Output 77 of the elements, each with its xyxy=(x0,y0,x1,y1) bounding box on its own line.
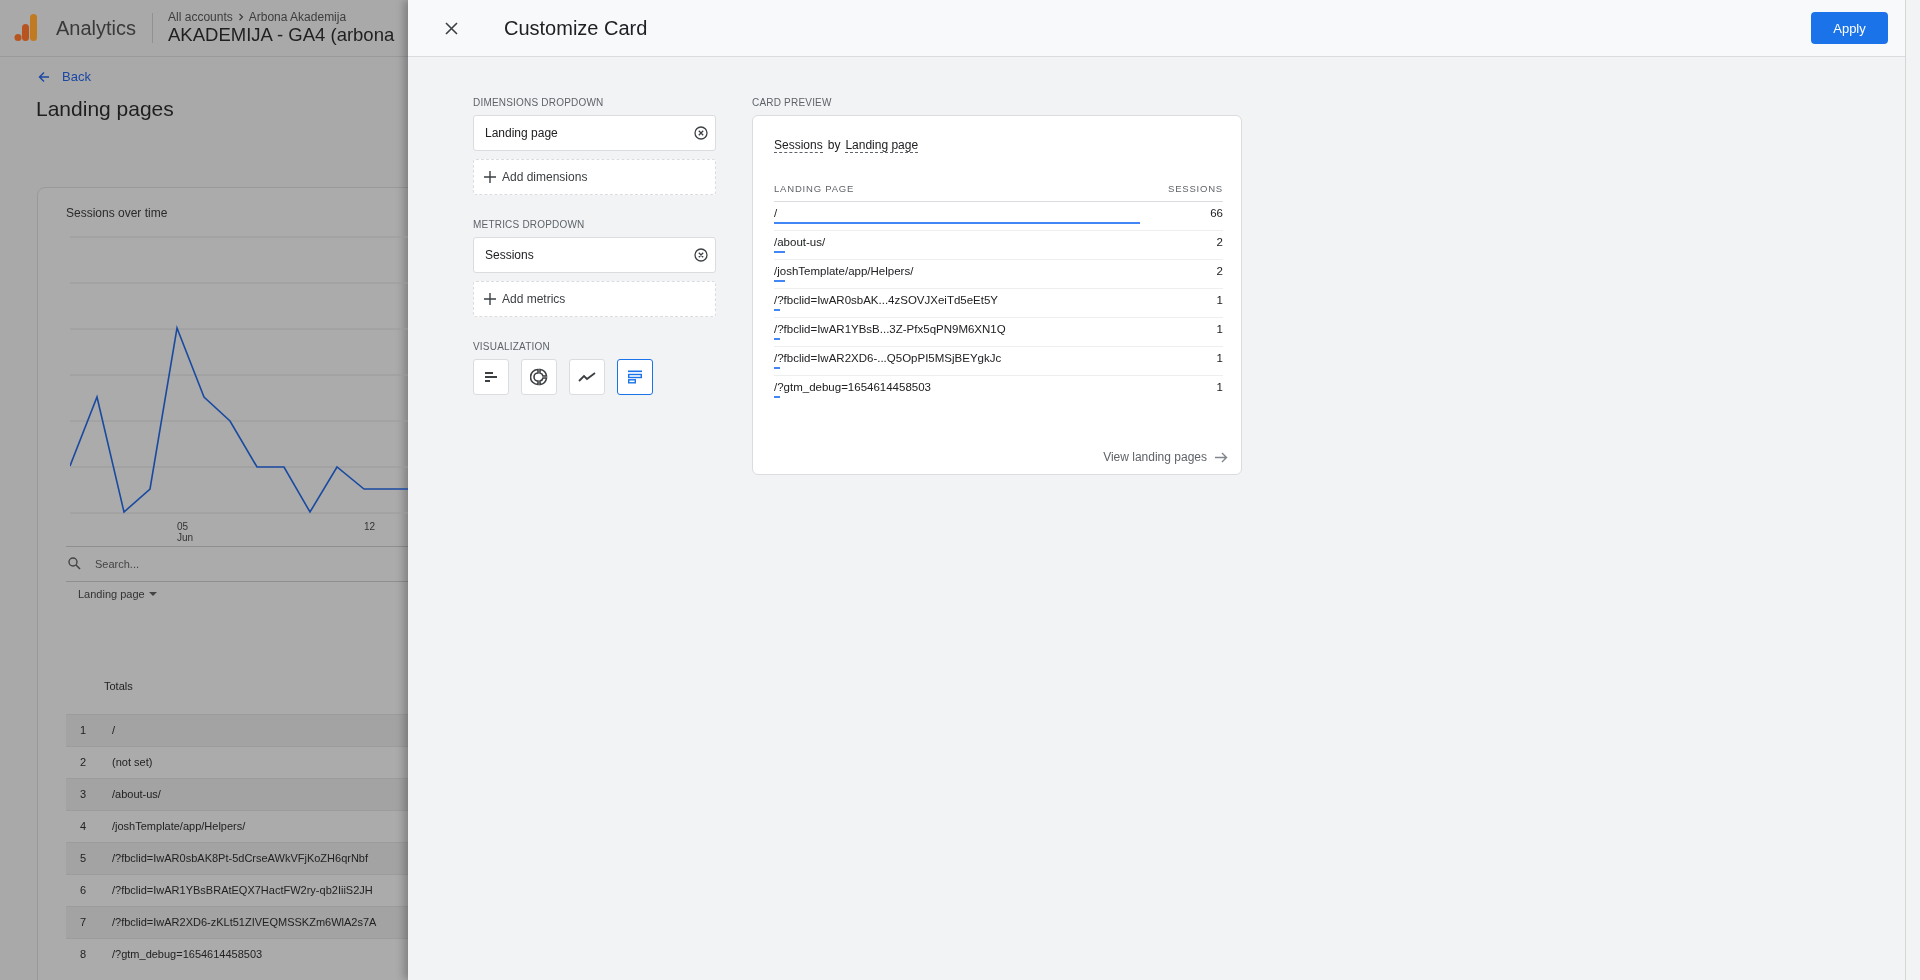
totals-label: Totals xyxy=(104,679,134,694)
chip-label: Sessions xyxy=(485,248,534,262)
visualization-option[interactable] xyxy=(617,359,653,395)
metric-selector[interactable]: Sessions xyxy=(774,138,823,153)
section-label: METRICS DROPDOWN xyxy=(473,219,586,230)
table-cell-text: /?fbclid=IwAR0sbAK8Pt-5dCrseAWkVFjKoZH6qrNbf xyxy=(111,852,369,864)
table-cell-text: /joshTemplate/app/Helpers/ xyxy=(111,820,246,832)
close-icon xyxy=(444,21,458,35)
donut-chart-icon xyxy=(530,368,548,386)
selected-field-chip[interactable]: Sessions xyxy=(473,237,716,273)
property-title[interactable]: AKADEMIJA - GA4 (arbona xyxy=(168,24,395,46)
bar-chart-icon xyxy=(484,370,498,384)
breadcrumb-link[interactable]: All accounts xyxy=(168,10,233,24)
remove-icon[interactable] xyxy=(694,248,708,262)
row-number: 8 xyxy=(79,948,88,960)
caret-icon xyxy=(148,591,157,596)
table-cell-text: /?gtm_debug=1654614458503 xyxy=(111,948,263,960)
row-number: 4 xyxy=(79,820,88,832)
product-name: Analytics xyxy=(56,16,137,40)
plus-icon xyxy=(484,171,496,183)
section-label: DIMENSIONS DROPDOWN xyxy=(473,97,605,108)
table-cell-text: / xyxy=(111,724,116,736)
plus-icon xyxy=(484,293,496,305)
row-number: 7 xyxy=(79,916,88,928)
table-cell-text: /?fbclid=IwAR1YBsBRAtEQX7HactFW2ry-qb2IiiS2JH xyxy=(111,884,373,896)
chip-label: Landing page xyxy=(485,126,558,140)
view-landing-pages-link[interactable]: View landing pages xyxy=(1103,450,1228,464)
row-number: 1 xyxy=(79,724,88,736)
column-header: LANDING PAGE xyxy=(774,183,855,194)
line-chart-icon xyxy=(578,372,596,382)
card-title: Sessions over time xyxy=(66,205,169,220)
add-button[interactable]: Add dimensions xyxy=(473,159,716,195)
table-cell: 1 xyxy=(1216,381,1223,393)
dimension-selector[interactable]: Landing page xyxy=(845,138,919,153)
section-label: VISUALIZATION xyxy=(473,341,551,352)
row-number: 3 xyxy=(79,788,88,800)
title-text: by xyxy=(827,138,841,153)
table-cell: /?fbclid=IwAR1YBsB...3Z-Pfx5qPN9M6XN1Q xyxy=(774,322,1006,335)
table-cell: /about-us/ xyxy=(774,235,826,248)
breadcrumb-link[interactable]: Arbona Akademija xyxy=(248,10,347,24)
row-number: 2 xyxy=(79,756,88,768)
section-label: CARD PREVIEW xyxy=(752,97,833,108)
table-cell: 1 xyxy=(1216,351,1223,364)
back-link[interactable]: Back xyxy=(38,69,91,84)
back-arrow-icon xyxy=(38,70,50,83)
table-cell-text: (not set) xyxy=(111,756,153,768)
row-number: 6 xyxy=(79,884,88,896)
dimension-dropdown[interactable]: Landing page xyxy=(78,587,157,600)
axis-label: 05 xyxy=(177,520,190,532)
table-cell: / xyxy=(774,206,778,219)
remove-icon[interactable] xyxy=(694,126,708,140)
selected-field-chip[interactable]: Landing page xyxy=(473,115,716,151)
table-cell: /joshTemplate/app/Helpers/ xyxy=(774,264,914,277)
table-cell-text: /about-us/ xyxy=(111,788,161,800)
table-cell: 2 xyxy=(1216,264,1223,277)
table-cell: 1 xyxy=(1216,322,1223,335)
table-cell: 2 xyxy=(1216,235,1223,248)
add-button[interactable]: Add metrics xyxy=(473,281,716,317)
column-header: SESSIONS xyxy=(1168,183,1223,194)
apply-button[interactable]: Apply xyxy=(1811,12,1888,44)
search-field[interactable]: Search... xyxy=(93,556,239,571)
search-icon xyxy=(68,557,81,570)
table-cell-text: /?fbclid=IwAR2XD6-zKLt51ZIVEQMSSKZm6WlA2s7A xyxy=(111,916,377,928)
table-cell: 66 xyxy=(1210,206,1223,219)
table-icon xyxy=(627,370,643,384)
arrow-right-icon xyxy=(1215,451,1228,463)
table-cell: /?fbclid=IwAR0sbAK...4zSOVJXeiTd5eEt5Y xyxy=(774,293,999,306)
table-cell: /?gtm_debug=1654614458503 xyxy=(774,381,931,393)
drawer-title: Customize Card xyxy=(504,16,649,40)
table-cell: 1 xyxy=(1216,293,1223,306)
axis-label: Jun xyxy=(177,531,194,543)
page-title: Landing pages xyxy=(36,96,175,121)
chevron-icon xyxy=(236,13,245,21)
analytics-logo xyxy=(14,14,38,42)
table-cell: /?fbclid=IwAR2XD6-...Q5OpPI5MSjBEYgkJc xyxy=(774,351,1002,364)
axis-label: 12 xyxy=(364,520,376,532)
row-number: 5 xyxy=(79,852,88,864)
